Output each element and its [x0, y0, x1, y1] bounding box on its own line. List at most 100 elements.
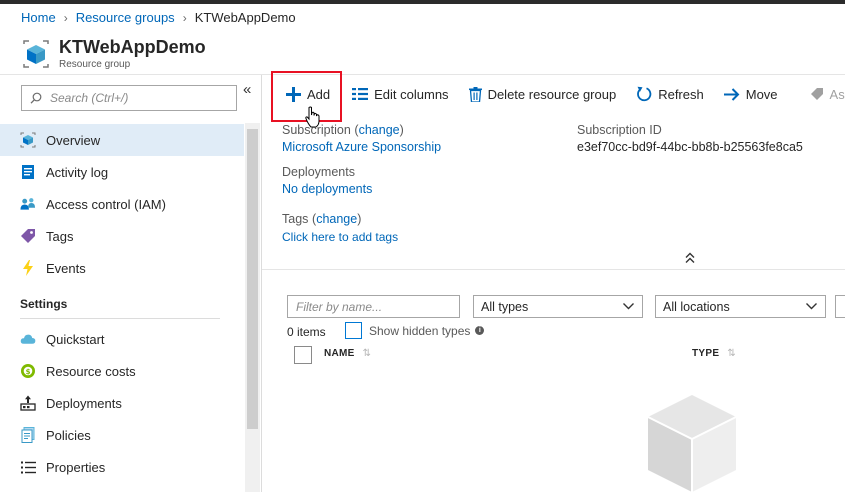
- tags-field: Tags (change): [282, 212, 362, 226]
- edit-columns-button[interactable]: Edit columns: [342, 75, 458, 113]
- search-input[interactable]: [50, 91, 220, 105]
- sidebar: « Overview Activi: [0, 75, 262, 492]
- location-filter-dropdown[interactable]: All locations: [655, 295, 826, 318]
- command-bar: Add Edit columns Delete resource group R…: [262, 75, 845, 113]
- show-hidden-types-checkbox[interactable]: [345, 322, 362, 339]
- delete-resource-group-button[interactable]: Delete resource group: [459, 75, 627, 113]
- collapse-essentials-icon[interactable]: [685, 252, 695, 264]
- sidebar-item-label: Deployments: [46, 395, 122, 411]
- subscription-value[interactable]: Microsoft Azure Sponsorship: [282, 140, 441, 154]
- search-icon: [30, 92, 42, 104]
- subscription-id-value-row: e3ef70cc-bd9f-44bc-bb8b-b25563fe8ca5: [577, 139, 803, 154]
- add-button[interactable]: Add: [262, 75, 342, 113]
- tags-label: Tags: [282, 212, 309, 226]
- sidebar-item-label: Activity log: [46, 164, 109, 180]
- filter-by-name-input[interactable]: Filter by name...: [287, 295, 460, 318]
- breadcrumb-home[interactable]: Home: [21, 10, 56, 25]
- chevron-down-icon: [806, 303, 817, 310]
- subscription-id-field: Subscription ID: [577, 122, 662, 137]
- column-name-label: NAME: [324, 348, 355, 359]
- people-icon: [20, 196, 36, 212]
- delete-label: Delete resource group: [487, 86, 617, 102]
- refresh-icon: [637, 86, 652, 102]
- items-count: 0 items: [287, 325, 326, 339]
- type-filter-value: All types: [481, 299, 529, 314]
- tag-shield-icon: [810, 88, 823, 100]
- type-filter-dropdown[interactable]: All types: [473, 295, 643, 318]
- breadcrumb: Home › Resource groups › KTWebAppDemo: [21, 10, 296, 25]
- sidebar-item-overview[interactable]: Overview: [0, 124, 244, 156]
- sort-icon: ⇅: [727, 348, 737, 359]
- sidebar-item-properties[interactable]: Properties: [0, 451, 244, 483]
- assign-label: Ass: [829, 86, 845, 102]
- essentials-divider: [262, 269, 845, 270]
- column-type-label: TYPE: [692, 348, 720, 359]
- sidebar-item-events[interactable]: Events: [0, 252, 244, 284]
- sidebar-scrollbar[interactable]: [245, 123, 260, 492]
- assign-policy-button[interactable]: Ass: [800, 75, 845, 113]
- sidebar-item-label: Overview: [46, 132, 101, 148]
- change-subscription-link[interactable]: change: [359, 123, 400, 137]
- move-label: Move: [745, 86, 778, 102]
- deployments-value[interactable]: No deployments: [282, 182, 372, 196]
- page-header: KTWebAppDemo Resource group: [21, 36, 206, 71]
- chevron-right-icon: ›: [63, 10, 68, 25]
- edit-columns-label: Edit columns: [374, 86, 449, 102]
- sidebar-item-resource-costs[interactable]: $ Resource costs: [0, 355, 244, 387]
- breadcrumb-current: KTWebAppDemo: [194, 10, 296, 25]
- arrow-right-icon: [723, 87, 740, 101]
- subscription-field: Subscription (change): [282, 123, 404, 137]
- tag-icon: [20, 228, 36, 244]
- sidebar-item-activity-log[interactable]: Activity log: [0, 156, 244, 188]
- sidebar-item-deployments[interactable]: Deployments: [0, 387, 244, 419]
- overview-cube-icon: [20, 132, 36, 148]
- chevron-down-icon: [623, 303, 634, 310]
- top-strip: [0, 0, 845, 4]
- sidebar-nav: Overview Activity log Access control (IA…: [0, 124, 244, 483]
- add-label: Add: [307, 86, 331, 102]
- subscription-id-label: Subscription ID: [577, 123, 662, 137]
- deployments-field: Deployments: [282, 164, 355, 179]
- page-subtitle: Resource group: [59, 59, 131, 70]
- column-type[interactable]: TYPE ⇅: [692, 348, 736, 359]
- lightning-icon: [20, 260, 36, 276]
- sidebar-search[interactable]: [21, 85, 237, 111]
- sidebar-item-quickstart[interactable]: Quickstart: [0, 323, 244, 355]
- column-name[interactable]: NAME ⇅: [324, 348, 371, 359]
- sidebar-item-label: Tags: [46, 228, 74, 244]
- sidebar-item-label: Access control (IAM): [46, 196, 166, 212]
- sidebar-item-tags[interactable]: Tags: [0, 220, 244, 252]
- sidebar-item-iam[interactable]: Access control (IAM): [0, 188, 244, 220]
- cloud-icon: [20, 331, 36, 347]
- table-header: NAME ⇅ TYPE ⇅: [287, 342, 845, 366]
- show-hidden-types-toggle[interactable]: Show hidden types i: [345, 322, 485, 339]
- collapse-sidebar-button[interactable]: «: [243, 81, 251, 98]
- sidebar-item-label: Events: [46, 260, 86, 276]
- deployments-label: Deployments: [282, 165, 355, 179]
- chevron-right-icon: ›: [182, 10, 187, 25]
- tags-value-row: Click here to add tags: [282, 229, 398, 244]
- change-tags-link[interactable]: change: [316, 212, 357, 226]
- deployments-value-row: No deployments: [282, 181, 372, 196]
- coin-icon: $: [20, 363, 36, 379]
- location-filter-value: All locations: [663, 299, 730, 314]
- info-icon: i: [475, 326, 485, 335]
- subscription-label: Subscription: [282, 123, 351, 137]
- show-hidden-types-label: Show hidden types: [369, 323, 471, 338]
- select-all-checkbox[interactable]: [294, 346, 312, 364]
- breadcrumb-resource-groups[interactable]: Resource groups: [76, 10, 175, 25]
- deploy-icon: [20, 395, 36, 411]
- sort-icon: ⇅: [362, 348, 372, 359]
- sidebar-item-label: Resource costs: [46, 363, 136, 379]
- refresh-button[interactable]: Refresh: [626, 75, 714, 113]
- sidebar-item-policies[interactable]: Policies: [0, 419, 244, 451]
- plus-icon: [286, 86, 301, 102]
- sidebar-item-label: Quickstart: [46, 331, 105, 347]
- move-button[interactable]: Move: [714, 75, 788, 113]
- svg-text:$: $: [26, 368, 31, 376]
- sidebar-item-label: Properties: [46, 459, 106, 475]
- grouping-filter-dropdown[interactable]: [835, 295, 845, 318]
- scrollbar-thumb[interactable]: [247, 129, 258, 429]
- trash-icon: [468, 86, 482, 102]
- add-tags-link[interactable]: Click here to add tags: [282, 230, 398, 244]
